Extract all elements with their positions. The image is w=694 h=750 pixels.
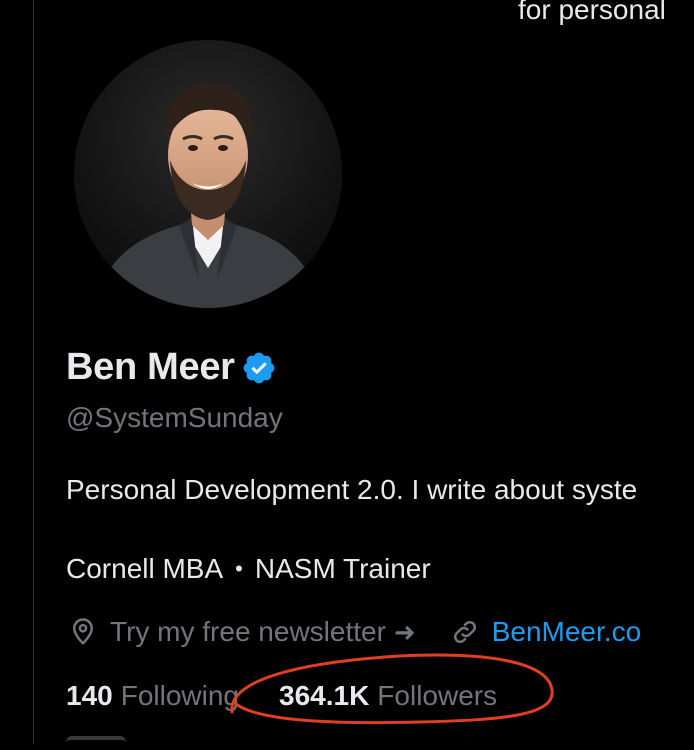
display-name-row: Ben Meer — [66, 346, 277, 389]
following-label: Following — [120, 680, 239, 711]
profile-meta-row: Try my free newsletter ➜ BenMeer.co — [68, 616, 641, 648]
display-name: Ben Meer — [66, 346, 235, 388]
handle: @SystemSunday — [66, 402, 283, 433]
truncated-next-row — [66, 736, 126, 750]
bio: Personal Development 2.0. I write about … — [66, 474, 638, 505]
truncated-header-text: for personal — [518, 0, 666, 25]
column-divider — [33, 0, 34, 744]
credential-item: Cornell MBA — [66, 553, 224, 584]
following-stat[interactable]: 140 Following — [66, 680, 239, 712]
followers-stat[interactable]: 364.1K Followers — [279, 680, 497, 712]
avatar-portrait — [74, 40, 342, 308]
followers-label: Followers — [377, 680, 498, 711]
credential-separator: • — [235, 556, 243, 581]
followers-count: 364.1K — [279, 680, 370, 711]
follow-stats: 140 Following 364.1K Followers — [66, 680, 497, 712]
location-text: Try my free newsletter — [110, 616, 386, 647]
website-link[interactable]: BenMeer.co — [492, 616, 641, 648]
following-count: 140 — [66, 680, 113, 711]
credentials-line: Cornell MBA • NASM Trainer — [66, 553, 431, 585]
credential-item: NASM Trainer — [254, 553, 431, 584]
verified-badge-icon[interactable] — [241, 350, 277, 386]
arrow-right-icon: ➜ — [393, 616, 416, 647]
avatar[interactable] — [74, 40, 342, 308]
link-icon — [450, 617, 480, 647]
location-pin-icon — [68, 617, 98, 647]
